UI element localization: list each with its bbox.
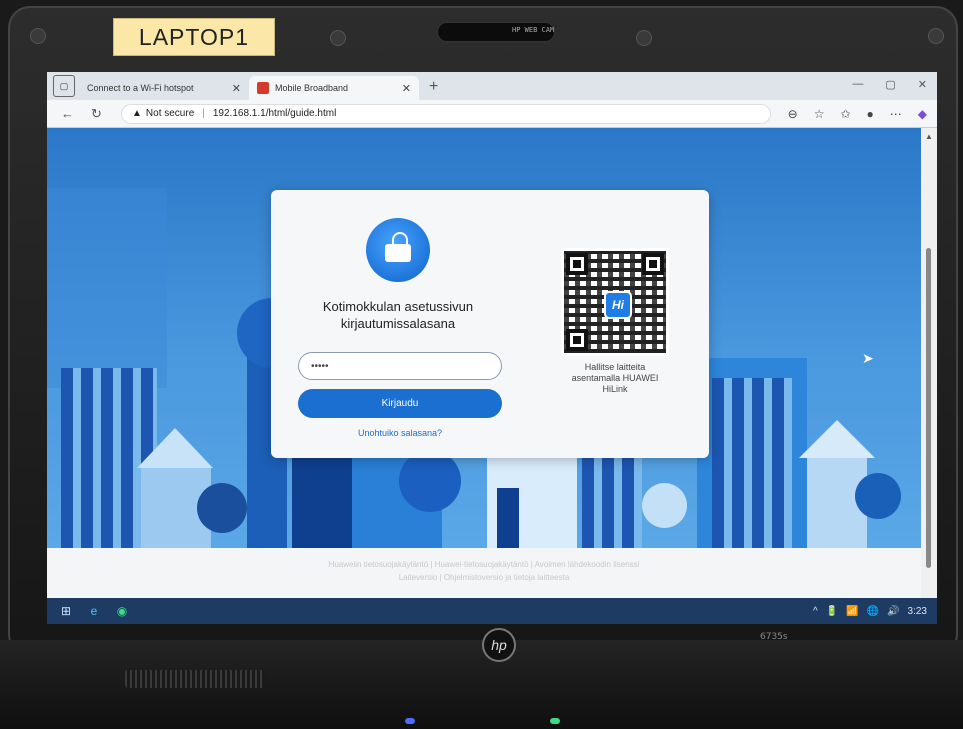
qr-caption-line2: asentamalla HUAWEI (571, 373, 659, 383)
tree-icon (197, 483, 247, 533)
qr-caption-line3: HiLink (602, 384, 628, 394)
scroll-thumb[interactable] (926, 248, 931, 568)
bezel-screw (330, 30, 346, 46)
tab-label: Mobile Broadband (275, 83, 349, 93)
globe-icon[interactable]: 🌐 (867, 606, 879, 617)
webcam-label: HP WEB CAM (512, 26, 555, 34)
tab-actions-icon[interactable]: ▢ (53, 75, 75, 97)
toolbar-icons: ⊖ ☆ ✩ ● ⋯ ◆ (788, 107, 927, 121)
address-bar-row: ← ↻ ▲ Not secure | 192.168.1.1/html/guid… (47, 100, 937, 128)
more-icon[interactable]: ⋯ (890, 107, 902, 121)
mouse-cursor-icon: ➤ (862, 350, 874, 366)
page-footer: Huaweiin tietosuojakäytäntö | Huawei-tie… (47, 548, 921, 598)
bezel-screw (30, 28, 46, 44)
url-input[interactable]: ▲ Not secure | 192.168.1.1/html/guide.ht… (121, 103, 771, 124)
qr-finder (566, 329, 588, 351)
tree-icon (399, 450, 461, 512)
huawei-favicon-icon (257, 82, 269, 94)
house-door (497, 488, 519, 548)
qr-caption-line1: Hallitse laitteita (584, 362, 646, 372)
window-controls: — ▢ ✕ (852, 78, 927, 91)
login-card: Kotimokkulan asetussivun kirjautumissala… (271, 190, 709, 458)
wifi-led-icon (550, 718, 560, 724)
footer-version-links[interactable]: Laiteversio | Ohjelmistoversio ja tietoj… (47, 569, 921, 582)
url-separator: | (202, 108, 205, 119)
edge-browser-icon[interactable]: e (85, 602, 103, 620)
laptop-screen: ▢ Connect to a Wi-Fi hotspot ✕ Mobile Br… (47, 72, 937, 624)
qr-finder (642, 253, 664, 275)
reload-icon[interactable]: ↻ (91, 106, 107, 122)
tab-wifi-hotspot[interactable]: Connect to a Wi-Fi hotspot ✕ (79, 76, 249, 100)
hilink-qr-code: Hi (561, 248, 669, 356)
security-label: Not secure (145, 108, 195, 119)
login-title-line2: kirjautumissalasana (340, 316, 456, 331)
favorite-star-icon[interactable]: ☆ (814, 107, 825, 121)
background-building (47, 188, 167, 388)
password-field[interactable]: ••••• (298, 352, 502, 380)
system-tray: ^ 🔋 📶 🌐 🔊 3:23 (813, 606, 927, 617)
warning-icon[interactable]: ▲ (132, 108, 142, 119)
battery-icon[interactable]: 🔋 (826, 606, 838, 617)
bezel-screw (636, 30, 652, 46)
login-button[interactable]: Kirjaudu (298, 389, 502, 418)
router-glyph-icon (385, 232, 411, 262)
back-arrow-icon[interactable]: ← (61, 106, 77, 121)
laptop-label-sticker: LAPTOP1 (113, 18, 275, 56)
windows-taskbar: ⊞ e ◉ ^ 🔋 📶 🌐 🔊 3:23 (47, 598, 937, 624)
close-icon[interactable]: ✕ (232, 82, 241, 95)
tray-expand-icon[interactable]: ^ (813, 606, 818, 617)
tree-icon (855, 473, 901, 519)
login-title: Kotimokkulan asetussivun kirjautumissala… (301, 298, 495, 332)
hp-logo-icon: hp (482, 628, 516, 662)
tab-label: Connect to a Wi-Fi hotspot (87, 83, 194, 93)
windows-start-icon[interactable]: ⊞ (57, 602, 75, 620)
router-icon (366, 218, 430, 282)
striped-building (712, 378, 792, 548)
close-icon[interactable]: ✕ (402, 82, 411, 95)
network-icon[interactable]: 📶 (846, 606, 858, 617)
volume-icon[interactable]: 🔊 (887, 606, 899, 617)
qr-finder (566, 253, 588, 275)
login-title-line1: Kotimokkulan asetussivun (322, 299, 474, 314)
model-badge: 6735s (760, 632, 788, 642)
maximize-button[interactable]: ▢ (885, 78, 895, 91)
footer-links[interactable]: Huaweiin tietosuojakäytäntö | Huawei-tie… (47, 548, 921, 569)
qr-caption: Hallitse laitteita asentamalla HUAWEI Hi… (546, 362, 684, 395)
profile-icon[interactable]: ● (867, 107, 874, 121)
new-tab-button[interactable]: + (429, 78, 438, 96)
hilink-app-icon: Hi (604, 291, 632, 319)
zoom-icon[interactable]: ⊖ (788, 107, 798, 121)
forgot-password-link[interactable]: Unohtuiko salasana? (301, 428, 499, 438)
favorites-icon[interactable]: ✩ (840, 107, 850, 121)
clock[interactable]: 3:23 (908, 606, 927, 617)
power-led-icon (405, 718, 415, 724)
browser-tabstrip: ▢ Connect to a Wi-Fi hotspot ✕ Mobile Br… (47, 72, 937, 100)
bezel-screw (928, 28, 944, 44)
minimize-button[interactable]: — (852, 78, 863, 91)
close-window-button[interactable]: ✕ (918, 78, 927, 91)
house-roof (137, 428, 213, 468)
page-scrollbar[interactable]: ▲ (921, 128, 937, 598)
laptop-vent (125, 670, 265, 688)
router-login-page: Kotimokkulan asetussivun kirjautumissala… (47, 128, 921, 548)
house-roof (799, 420, 875, 458)
tree-icon (642, 483, 687, 528)
tab-mobile-broadband[interactable]: Mobile Broadband ✕ (249, 76, 419, 100)
url-text: 192.168.1.1/html/guide.html (212, 108, 337, 119)
edge-app-icon[interactable]: ◉ (113, 602, 131, 620)
copilot-icon[interactable]: ◆ (918, 107, 927, 121)
scroll-up-icon[interactable]: ▲ (925, 132, 933, 141)
